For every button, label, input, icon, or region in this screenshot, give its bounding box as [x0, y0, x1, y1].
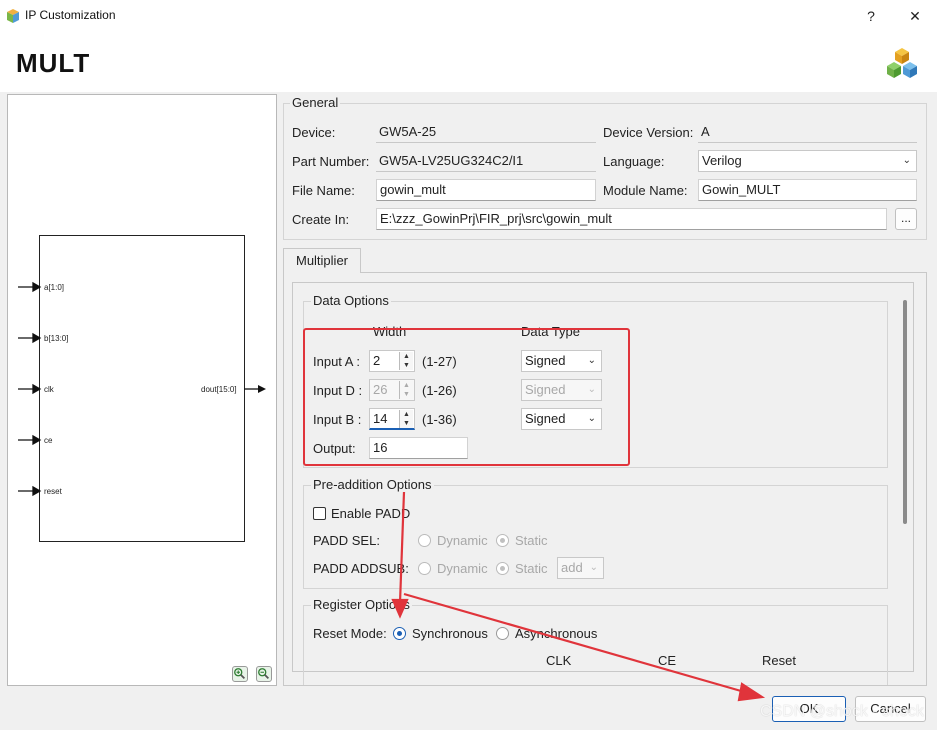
padd-addsub-static-label: Static: [515, 561, 548, 576]
register-group: [303, 605, 888, 685]
port-dout: dout[15:0]: [201, 385, 237, 394]
asynchronous-radio[interactable]: [496, 627, 509, 640]
synchronous-label: Synchronous: [412, 626, 488, 641]
col-reset-header: Reset: [762, 653, 796, 668]
page-title: MULT: [16, 48, 91, 78]
padd-sel-label: PADD SEL:: [313, 533, 380, 548]
padd-sel-static-radio: [496, 534, 509, 547]
ip-cubes-icon: [887, 48, 917, 78]
create-in-input[interactable]: E:\zzz_GowinPrj\FIR_prj\src\gowin_mult: [376, 208, 887, 230]
padd-addsub-dynamic-label: Dynamic: [437, 561, 488, 576]
port-ce: ce: [44, 436, 53, 445]
synchronous-radio[interactable]: [393, 627, 406, 640]
device-version-field: A: [698, 121, 917, 143]
annotation-highlight-box: [303, 328, 630, 466]
window-title: IP Customization: [25, 8, 116, 22]
reset-mode-label: Reset Mode:: [313, 626, 387, 641]
title-bar: [0, 0, 937, 32]
chevron-down-icon: ⌄: [902, 155, 911, 166]
padd-addsub-dynamic-radio: [418, 562, 431, 575]
device-label: Device:: [292, 125, 336, 140]
app-icon: [7, 9, 19, 23]
browse-button[interactable]: ...: [895, 208, 917, 230]
device-version-label: Device Version:: [603, 125, 694, 140]
help-button[interactable]: ?: [848, 0, 894, 32]
padd-sel-static-label: Static: [515, 533, 548, 548]
module-name-input[interactable]: Gowin_MULT: [698, 179, 917, 201]
padd-addsub-value: add: [561, 560, 583, 575]
vertical-scrollbar[interactable]: [903, 300, 907, 524]
pre-addition-title: Pre-addition Options: [311, 477, 434, 492]
asynchronous-label: Asynchronous: [515, 626, 598, 641]
output-arrow: [244, 385, 266, 393]
create-in-label: Create In:: [292, 212, 350, 227]
port-clk: clk: [44, 385, 54, 394]
general-group-title: General: [290, 95, 341, 110]
file-name-label: File Name:: [292, 183, 355, 198]
language-select[interactable]: Verilog ⌄: [698, 150, 917, 172]
part-number-label: Part Number:: [292, 154, 370, 169]
port-a: a[1:0]: [44, 283, 65, 292]
part-number-field: GW5A-LV25UG324C2/I1: [376, 150, 596, 172]
port-reset: reset: [44, 487, 62, 496]
input-arrows: [18, 281, 42, 497]
device-field: GW5A-25: [376, 121, 596, 143]
padd-sel-dynamic-radio: [418, 534, 431, 547]
padd-sel-dynamic-label: Dynamic: [437, 533, 488, 548]
module-name-label: Module Name:: [603, 183, 688, 198]
col-clk-header: CLK: [546, 653, 572, 668]
col-ce-header: CE: [658, 653, 677, 668]
tab-multiplier[interactable]: Multiplier: [283, 248, 361, 273]
padd-addsub-select: add ⌄: [557, 557, 604, 579]
register-title: Register Options: [311, 597, 412, 612]
padd-addsub-label: PADD ADDSUB:: [313, 561, 409, 576]
zoom-in-icon[interactable]: [232, 666, 248, 682]
file-name-input[interactable]: gowin_mult: [376, 179, 596, 201]
chevron-down-icon: ⌄: [589, 562, 598, 573]
language-label: Language:: [603, 154, 665, 169]
close-button[interactable]: ✕: [892, 0, 937, 32]
watermark-text: CSDN @shock - shock: [760, 703, 924, 720]
port-b: b[13:0]: [44, 334, 69, 343]
enable-padd-label: Enable PADD: [331, 506, 411, 521]
padd-addsub-static-radio: [496, 562, 509, 575]
enable-padd-checkbox[interactable]: [313, 507, 326, 520]
zoom-out-icon[interactable]: [256, 666, 272, 682]
language-value: Verilog: [702, 153, 742, 168]
header-area: [0, 32, 937, 92]
data-options-title: Data Options: [311, 293, 391, 308]
